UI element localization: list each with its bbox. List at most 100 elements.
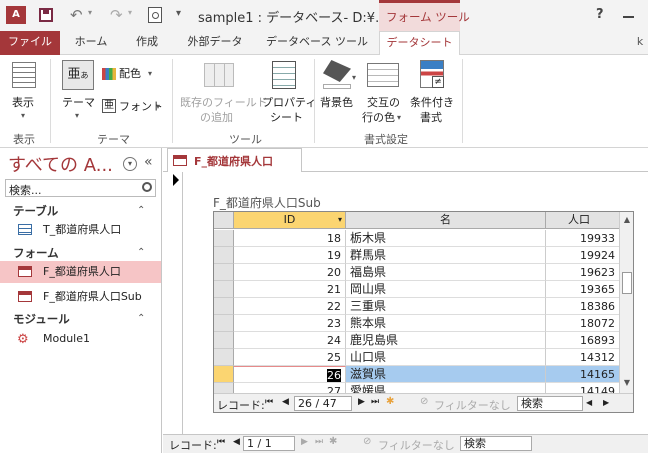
color-icon[interactable] — [102, 68, 116, 80]
background-color-icon[interactable] — [323, 60, 351, 82]
record-position-input[interactable]: 26 / 47 — [294, 396, 352, 411]
next-record-icon[interactable]: ▶ — [358, 397, 365, 407]
alternate-row-color-button[interactable]: 交互の — [367, 95, 400, 110]
redo-dropdown-icon[interactable]: ▾ — [128, 8, 132, 17]
nav-item-form-sub[interactable]: F_都道府県人口Sub — [0, 286, 161, 308]
property-sheet-icon[interactable] — [272, 61, 296, 89]
color-dropdown-icon[interactable]: ▾ — [148, 69, 152, 78]
nav-search-input[interactable]: 検索... — [9, 182, 42, 198]
cell-name[interactable]: 福島県 — [346, 264, 546, 281]
table-row-selected[interactable]: 26 滋賀県 14165 — [214, 366, 619, 383]
record-search-input[interactable]: 検索 — [517, 396, 583, 411]
column-sort-dropdown-icon[interactable]: ▾ — [338, 212, 342, 228]
previous-record-icon[interactable]: ◀ — [233, 437, 240, 447]
new-record-icon[interactable]: ✱ — [329, 436, 337, 447]
cell-population[interactable]: 14312 — [546, 349, 619, 366]
font-icon[interactable]: 亜 — [102, 99, 116, 113]
nav-item-form-selected[interactable]: F_都道府県人口 — [0, 261, 161, 283]
alternate-row-color-dropdown-icon[interactable]: ▾ — [397, 113, 401, 122]
tab-external-data[interactable]: 外部データ — [176, 31, 254, 55]
help-button[interactable]: ? — [596, 7, 604, 22]
section-collapse-icon[interactable]: ⌃ — [137, 205, 145, 216]
document-tab[interactable]: F_都道府県人口 — [167, 148, 302, 172]
previous-record-icon[interactable]: ◀ — [282, 397, 289, 407]
select-all-corner[interactable] — [214, 212, 234, 229]
cell-population[interactable]: 18386 — [546, 298, 619, 315]
cell-population[interactable]: 19365 — [546, 281, 619, 298]
cell-population[interactable]: 16893 — [546, 332, 619, 349]
column-header-name[interactable]: 名 — [346, 212, 546, 229]
cell-population[interactable]: 19933 — [546, 230, 619, 247]
conditional-format-icon[interactable]: ≠ — [420, 60, 444, 88]
cell-id[interactable]: 25 — [234, 349, 346, 366]
background-color-dropdown-icon[interactable]: ▾ — [352, 73, 356, 82]
nav-section-modules[interactable]: モジュール — [13, 311, 70, 327]
cell-name[interactable]: 滋賀県 — [346, 366, 546, 383]
add-existing-fields-button[interactable]: 既存のフィールド — [180, 95, 268, 110]
record-selector[interactable] — [214, 349, 234, 366]
scroll-up-icon[interactable]: ▲ — [620, 213, 633, 227]
nav-pane-title[interactable]: すべての A... — [8, 151, 113, 177]
cell-id[interactable]: 21 — [234, 281, 346, 298]
nav-item-table[interactable]: T_都道府県人口 — [0, 219, 161, 241]
scroll-down-icon[interactable]: ▼ — [620, 376, 633, 390]
cell-id[interactable]: 20 — [234, 264, 346, 281]
tab-home[interactable]: ホーム — [62, 31, 120, 55]
nav-section-forms[interactable]: フォーム — [13, 245, 59, 261]
table-row[interactable]: 22 三重県 18386 — [214, 298, 619, 315]
filter-icon[interactable]: ⊘ — [363, 436, 371, 447]
cell-population[interactable]: 14165 — [546, 366, 619, 383]
minimize-button[interactable] — [623, 16, 634, 18]
filter-icon[interactable]: ⊘ — [420, 396, 428, 407]
tab-extra[interactable]: k — [632, 31, 648, 55]
save-icon[interactable] — [39, 8, 53, 22]
record-position-input[interactable]: 1 / 1 — [243, 436, 295, 451]
scroll-thumb[interactable] — [622, 272, 632, 294]
cell-id[interactable]: 19 — [234, 247, 346, 264]
qat-customize-icon[interactable]: ▾ — [176, 8, 181, 19]
table-row[interactable]: 25 山口県 14312 — [214, 349, 619, 366]
table-row[interactable]: 19 群馬県 19924 — [214, 247, 619, 264]
column-header-id[interactable]: ID ▾ — [234, 212, 346, 229]
record-selector[interactable] — [214, 281, 234, 298]
next-record-icon[interactable]: ▶ — [301, 437, 308, 447]
table-row[interactable]: 21 岡山県 19365 — [214, 281, 619, 298]
record-selector[interactable] — [214, 264, 234, 281]
background-color-button[interactable]: 背景色 — [320, 95, 353, 110]
section-collapse-icon[interactable]: ⌃ — [137, 247, 145, 258]
first-record-icon[interactable]: ⏮ — [217, 437, 225, 447]
view-dropdown-icon[interactable]: ▾ — [21, 111, 25, 120]
last-record-icon[interactable]: ⏭ — [315, 437, 323, 447]
record-selector[interactable] — [214, 332, 234, 349]
cell-name[interactable]: 群馬県 — [346, 247, 546, 264]
nav-pane-menu-icon[interactable]: ▾ — [123, 157, 137, 171]
vertical-scrollbar[interactable]: ▲ ▼ — [619, 212, 633, 393]
record-selector[interactable] — [214, 315, 234, 332]
color-button[interactable]: 配色 — [119, 66, 141, 81]
nav-search-box[interactable]: 検索... — [5, 179, 156, 197]
nav-item-module[interactable]: ⚙ Module1 — [0, 328, 161, 350]
access-logo-icon[interactable]: A — [6, 6, 26, 24]
theme-button[interactable]: テーマ — [62, 95, 95, 110]
undo-icon[interactable]: ↶ — [70, 6, 83, 24]
tab-create[interactable]: 作成 — [122, 31, 172, 55]
cell-population[interactable]: 19924 — [546, 247, 619, 264]
table-row[interactable]: 20 福島県 19623 — [214, 264, 619, 281]
view-icon[interactable] — [12, 62, 36, 88]
conditional-format-button[interactable]: 条件付き — [410, 95, 454, 110]
property-sheet-button[interactable]: プロパティ — [262, 95, 316, 110]
tab-file[interactable]: ファイル — [0, 31, 60, 55]
cell-population[interactable]: 19623 — [546, 264, 619, 281]
redo-icon[interactable]: ↷ — [110, 6, 123, 24]
cell-id[interactable]: 23 — [234, 315, 346, 332]
filter-status[interactable]: フィルターなし — [378, 437, 455, 453]
font-dropdown-icon[interactable]: ▾ — [156, 102, 160, 111]
tab-database-tools[interactable]: データベース ツール — [258, 31, 376, 55]
cell-id[interactable]: 24 — [234, 332, 346, 349]
record-selector[interactable] — [214, 230, 234, 247]
scroll-left-icon[interactable]: ◀ — [586, 398, 592, 407]
alternate-row-color-icon[interactable] — [367, 63, 399, 87]
add-existing-fields-icon[interactable] — [204, 63, 234, 87]
cell-id[interactable]: 18 — [234, 230, 346, 247]
table-row[interactable]: 23 熊本県 18072 — [214, 315, 619, 332]
